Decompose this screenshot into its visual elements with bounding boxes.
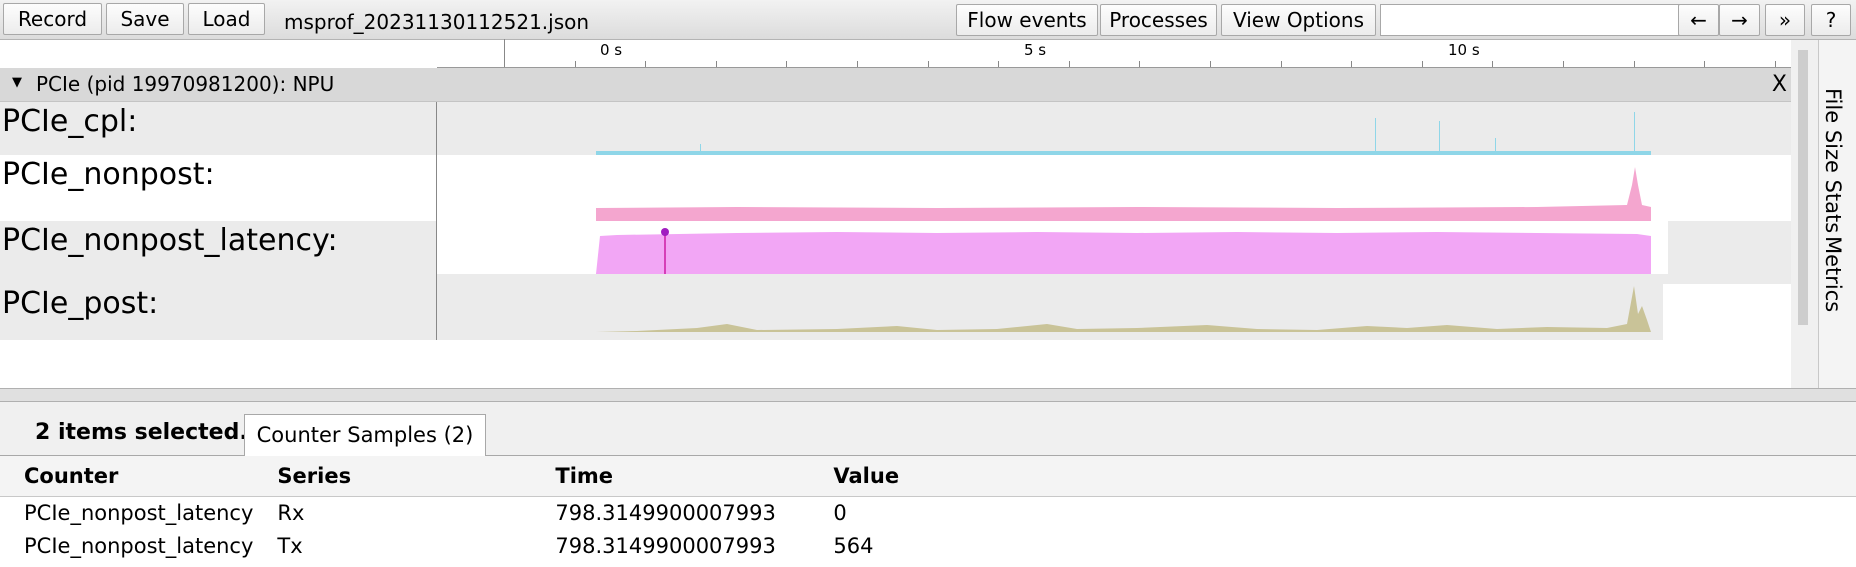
cell-series: Tx xyxy=(277,533,303,558)
pcie-nonpost-graph xyxy=(596,167,1651,221)
scrollbar-thumb[interactable] xyxy=(1798,50,1808,325)
pcie-cpl-spike xyxy=(1634,112,1635,152)
ruler-label-5s: 5 s xyxy=(1024,41,1047,59)
process-header[interactable]: ▼ PCIe (pid 19970981200): NPU X xyxy=(0,68,1791,102)
track-label-pcie-nonpost-latency: PCIe_nonpost_latency: xyxy=(0,221,437,284)
track-pcie-cpl[interactable]: PCIe_cpl: xyxy=(0,102,1791,155)
ruler-tick xyxy=(1633,61,1635,67)
pcie-cpl-spike xyxy=(1439,121,1440,152)
cell-time[interactable]: 798.3149900007993 xyxy=(531,496,809,529)
load-button[interactable]: Load xyxy=(188,3,265,35)
record-button[interactable]: Record xyxy=(3,3,102,35)
cell-series: Rx xyxy=(277,500,305,525)
ruler-tick xyxy=(1351,61,1353,67)
counter-samples-tab[interactable]: Counter Samples (2) xyxy=(244,414,486,457)
pcie-nonpost-latency-graph xyxy=(437,221,1668,274)
track-area-empty xyxy=(0,340,1791,388)
help-button[interactable]: ? xyxy=(1811,4,1851,36)
track-plot-pcie-cpl[interactable] xyxy=(437,102,1791,155)
pcie-post-area xyxy=(596,286,1651,332)
search-input[interactable] xyxy=(1380,4,1680,36)
track-pcie-nonpost-latency[interactable]: PCIe_nonpost_latency: xyxy=(0,221,1791,284)
pcie-cpl-spike xyxy=(1495,138,1496,152)
next-arrow-button[interactable]: → xyxy=(1719,4,1760,36)
time-ruler[interactable]: 0 s 5 s 10 s xyxy=(437,39,1791,68)
ruler-tick xyxy=(574,61,576,67)
table-row[interactable]: PCIe_nonpost_latency Rx 798.314990000799… xyxy=(0,496,1856,529)
ruler-tick xyxy=(1068,61,1070,67)
pcie-cpl-graph xyxy=(596,112,1651,155)
ruler-tick xyxy=(1704,61,1706,67)
process-title: PCIe (pid 19970981200): NPU xyxy=(36,72,335,96)
close-process-button[interactable]: X xyxy=(1772,72,1787,97)
file-size-stats-tab[interactable]: File Size Stats xyxy=(1821,88,1845,233)
panel-divider[interactable] xyxy=(0,388,1856,402)
pcie-nonpost-area xyxy=(596,167,1651,221)
cell-value: 564 xyxy=(833,533,874,558)
ruler-tick xyxy=(715,61,717,67)
ruler-label-10s: 10 s xyxy=(1448,41,1480,59)
analysis-panel: 2 items selected. Counter Samples (2) Co… xyxy=(0,402,1856,567)
track-label-pcie-post: PCIe_post: xyxy=(0,284,437,340)
pcie-post-graph xyxy=(596,284,1791,340)
selected-sample-dot xyxy=(661,228,669,236)
ruler-tick xyxy=(1774,61,1776,67)
table-header-row: Counter Series Time Value xyxy=(0,456,1856,497)
cell-counter: PCIe_nonpost_latency xyxy=(24,500,254,525)
ruler-tick xyxy=(998,61,1000,67)
ruler-tick xyxy=(1210,61,1211,67)
ruler-tick xyxy=(857,61,858,67)
ruler-tick xyxy=(1563,61,1564,67)
metrics-tab[interactable]: Metrics xyxy=(1821,236,1845,312)
toolbar: Record Save Load msprof_20231130112521.j… xyxy=(0,0,1856,40)
collapse-triangle-icon[interactable]: ▼ xyxy=(12,75,22,90)
cell-value: 0 xyxy=(833,500,847,525)
prev-arrow-button[interactable]: ← xyxy=(1678,4,1719,36)
save-button[interactable]: Save xyxy=(106,3,184,35)
ruler-tick xyxy=(1492,61,1494,67)
column-header-time[interactable]: Time xyxy=(531,456,810,497)
track-plot-pcie-nonpost[interactable] xyxy=(437,155,1791,221)
ruler-tick xyxy=(645,61,647,67)
pcie-cpl-spike xyxy=(700,144,701,152)
more-button[interactable]: » xyxy=(1765,4,1805,36)
column-header-counter[interactable]: Counter xyxy=(0,456,254,497)
selected-sample-marker xyxy=(664,232,666,274)
column-header-value[interactable]: Value xyxy=(809,456,1856,497)
track-pcie-post[interactable]: PCIe_post: xyxy=(0,284,1791,340)
counter-samples-table: Counter Series Time Value PCIe_nonpost_l… xyxy=(0,456,1856,562)
analysis-tab-bar: 2 items selected. Counter Samples (2) xyxy=(0,402,1856,457)
pcie-cpl-spike xyxy=(1375,118,1376,152)
selection-count: 2 items selected. xyxy=(35,420,248,445)
view-options-button[interactable]: View Options xyxy=(1221,4,1376,36)
flow-events-button[interactable]: Flow events xyxy=(956,4,1098,36)
track-pcie-nonpost[interactable]: PCIe_nonpost: xyxy=(0,155,1791,221)
ruler-tick xyxy=(1421,61,1423,67)
ruler-tick xyxy=(504,39,505,67)
ruler-tick xyxy=(786,61,788,67)
cell-time[interactable]: 798.3149900007993 xyxy=(531,529,809,562)
ruler-label-0s: 0 s xyxy=(600,41,623,59)
cell-counter: PCIe_nonpost_latency xyxy=(24,533,254,558)
ruler-tick xyxy=(927,61,929,67)
plot-background xyxy=(1663,284,1791,340)
track-plot-pcie-nonpost-latency[interactable] xyxy=(437,221,1791,284)
ruler-tick xyxy=(1280,61,1282,67)
pcie-nonpost-latency-area xyxy=(596,232,1651,274)
timeline-scrollbar[interactable] xyxy=(1791,40,1818,388)
trace-filename: msprof_20231130112521.json xyxy=(284,10,590,34)
side-panel: File Size Stats Metrics xyxy=(1818,40,1856,388)
track-label-pcie-cpl: PCIe_cpl: xyxy=(0,102,437,155)
track-plot-pcie-post[interactable] xyxy=(437,284,1791,340)
table-row[interactable]: PCIe_nonpost_latency Tx 798.314990000799… xyxy=(0,529,1856,562)
processes-button[interactable]: Processes xyxy=(1100,4,1217,36)
track-label-pcie-nonpost: PCIe_nonpost: xyxy=(0,155,437,221)
ruler-tick xyxy=(1139,61,1141,67)
column-header-series[interactable]: Series xyxy=(253,456,532,497)
